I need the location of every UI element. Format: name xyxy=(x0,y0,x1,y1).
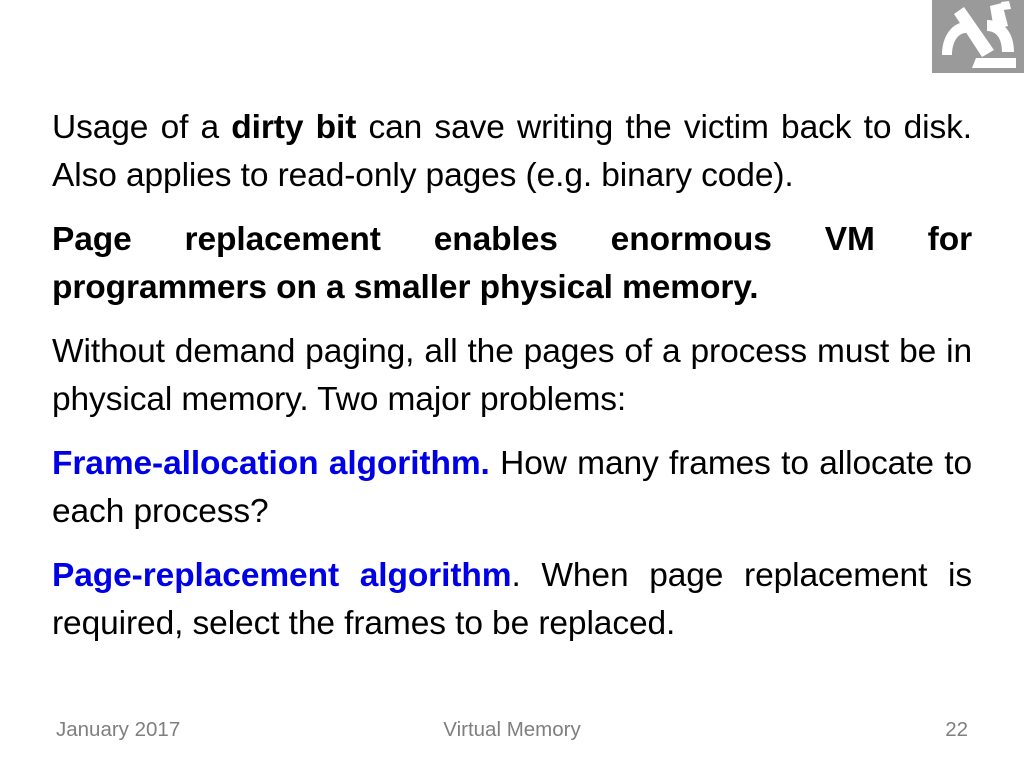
paragraph-run-text: Without demand paging, all the pages of … xyxy=(52,333,972,418)
slide: Usage of a dirty bit can save writing th… xyxy=(0,0,1024,768)
footer-page-number: 22 xyxy=(945,718,968,741)
paragraph-run-text: Usage of a xyxy=(52,109,232,146)
slide-body: Usage of a dirty bit can save writing th… xyxy=(52,104,972,648)
microscope-icon xyxy=(942,1,1016,68)
emphasis-dirty-bit: dirty bit xyxy=(231,109,357,146)
term-frame-allocation-algorithm: Frame-allocation algorithm. xyxy=(52,445,490,482)
paragraph-without-demand-paging: Without demand paging, all the pages of … xyxy=(52,328,972,424)
microscope-logo xyxy=(932,0,1024,73)
paragraph-page-replacement-benefit: Page replacement enables enormous VM for… xyxy=(52,216,972,312)
paragraph-page-replacement-algorithm: Page-replacement algorithm. When page re… xyxy=(52,552,972,648)
slide-footer: January 2017 Virtual Memory 22 xyxy=(0,718,1024,754)
term-page-replacement-algorithm: Page-replacement algorithm xyxy=(52,557,512,594)
paragraph-run-text: Page replacement enables enormous VM for… xyxy=(52,221,972,306)
paragraph-dirty-bit: Usage of a dirty bit can save writing th… xyxy=(52,104,972,200)
paragraph-frame-allocation-algorithm: Frame-allocation algorithm. How many fra… xyxy=(52,440,972,536)
